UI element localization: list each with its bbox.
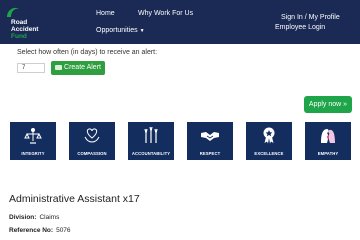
value-tile-accountability: ACCOUNTABILITY: [128, 122, 174, 160]
value-label: INTEGRITY: [21, 151, 45, 156]
handshake-icon: [201, 132, 219, 141]
nav-home[interactable]: Home: [96, 10, 115, 17]
nav-opportunities-label: Opportunities: [96, 27, 138, 34]
apply-now-button[interactable]: Apply now »: [304, 96, 352, 113]
logo-wordmark: Road Accident Fund: [11, 19, 38, 40]
reference-label: Reference No:: [9, 227, 54, 234]
create-alert-label: Create Alert: [64, 64, 101, 71]
alert-days-input[interactable]: 7: [17, 63, 45, 73]
values-strip: INTEGRITY COMPASSION ACCOUNTABILITY RESP…: [10, 122, 354, 162]
logo-line-fund: Fund: [11, 33, 27, 40]
division-value: Claims: [39, 214, 60, 221]
value-label: EXCELLENCE: [254, 151, 284, 156]
raised-hands-icon: [144, 126, 158, 143]
alert-frequency-label: Select how often (in days) to receive an…: [17, 49, 158, 56]
value-tile-respect: RESPECT: [187, 122, 233, 160]
nav-why-work-for-us[interactable]: Why Work For Us: [138, 10, 193, 17]
nav-sign-in[interactable]: Sign In / My Profile: [281, 14, 340, 21]
value-tile-excellence: EXCELLENCE: [246, 122, 292, 160]
top-navbar: Road Accident Fund Home Why Work For Us …: [0, 0, 360, 44]
value-label: EMPATHY: [317, 151, 339, 156]
raf-logo[interactable]: Road Accident Fund: [5, 5, 45, 41]
division-label: Division:: [9, 214, 37, 221]
logo-line-road: Road: [11, 19, 28, 26]
logo-line-accident: Accident: [11, 26, 39, 33]
award-ribbon-icon: [263, 127, 275, 144]
job-division-row: Division: Claims: [9, 214, 59, 221]
create-alert-button[interactable]: Create Alert: [51, 61, 105, 75]
job-reference-row: Reference No: 5076: [9, 227, 71, 234]
nav-employee-login[interactable]: Employee Login: [275, 24, 325, 31]
scales-person-icon: [24, 128, 42, 144]
nav-opportunities[interactable]: Opportunities ▼: [96, 27, 145, 34]
value-tile-integrity: INTEGRITY: [10, 122, 56, 160]
two-heads-icon: [321, 129, 335, 143]
value-tile-compassion: COMPASSION: [69, 122, 115, 160]
heart-hands-icon: [84, 128, 100, 143]
value-label: COMPASSION: [77, 151, 107, 156]
job-title: Administrative Assistant x17: [9, 193, 140, 205]
value-tile-empathy: EMPATHY: [305, 122, 351, 160]
caret-down-icon: ▼: [139, 28, 145, 34]
reference-value: 5076: [56, 227, 71, 234]
value-label: RESPECT: [199, 151, 221, 156]
alert-envelope-icon: [55, 64, 63, 70]
value-label: ACCOUNTABILITY: [131, 151, 171, 156]
